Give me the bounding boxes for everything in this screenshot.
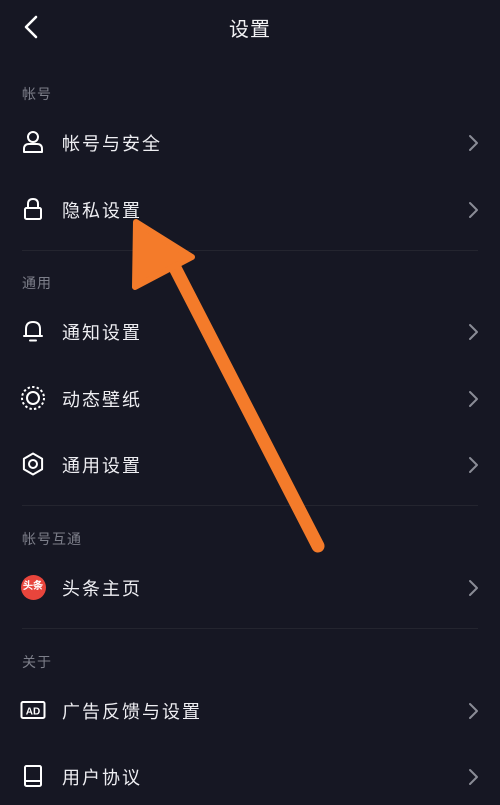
settings-item-toutiao[interactable]: 头条 头条主页 — [0, 560, 500, 616]
chevron-right-icon — [469, 580, 478, 596]
chevron-right-icon — [469, 391, 478, 407]
settings-item-label: 通知设置 — [62, 323, 142, 344]
settings-item-general-settings[interactable]: 通用设置 — [0, 437, 500, 493]
settings-item-live-wallpaper[interactable]: 动态壁纸 — [0, 371, 500, 427]
section-label-general: 通用 — [22, 276, 52, 292]
chevron-right-icon — [469, 769, 478, 785]
gear-icon — [20, 451, 46, 477]
book-icon — [20, 763, 46, 789]
dotted-circle-icon — [20, 385, 46, 411]
bell-icon — [20, 318, 46, 344]
chevron-right-icon — [469, 457, 478, 473]
section-label-about: 关于 — [22, 655, 52, 671]
settings-item-user-agreement[interactable]: 用户协议 — [0, 749, 500, 805]
chevron-right-icon — [469, 202, 478, 218]
settings-item-ad-feedback[interactable]: AD 广告反馈与设置 — [0, 683, 500, 739]
settings-item-notifications[interactable]: 通知设置 — [0, 304, 500, 360]
settings-item-label: 动态壁纸 — [62, 390, 142, 411]
section-divider — [22, 250, 478, 251]
settings-item-privacy[interactable]: 隐私设置 — [0, 182, 500, 238]
settings-item-label: 用户协议 — [62, 768, 142, 789]
user-icon — [20, 129, 46, 155]
toutiao-logo: 头条 — [20, 574, 46, 600]
section-divider — [22, 505, 478, 506]
settings-item-account-security[interactable]: 帐号与安全 — [0, 115, 500, 171]
settings-item-label: 头条主页 — [62, 579, 142, 600]
section-divider — [22, 628, 478, 629]
lock-icon — [20, 196, 46, 222]
toutiao-icon: 头条 — [20, 574, 46, 600]
chevron-right-icon — [469, 135, 478, 151]
chevron-right-icon — [469, 703, 478, 719]
settings-item-label: 隐私设置 — [62, 201, 142, 222]
settings-item-label: 帐号与安全 — [62, 134, 162, 155]
settings-item-label: 广告反馈与设置 — [62, 702, 202, 723]
section-label-interconnect: 帐号互通 — [22, 532, 82, 548]
page-title: 设置 — [229, 17, 271, 41]
ad-icon: AD — [20, 697, 46, 723]
header-bar: 设置 — [0, 0, 500, 54]
chevron-right-icon — [469, 324, 478, 340]
settings-item-label: 通用设置 — [62, 456, 142, 477]
section-label-account: 帐号 — [22, 87, 52, 103]
ad-icon-text: AD — [26, 707, 40, 718]
